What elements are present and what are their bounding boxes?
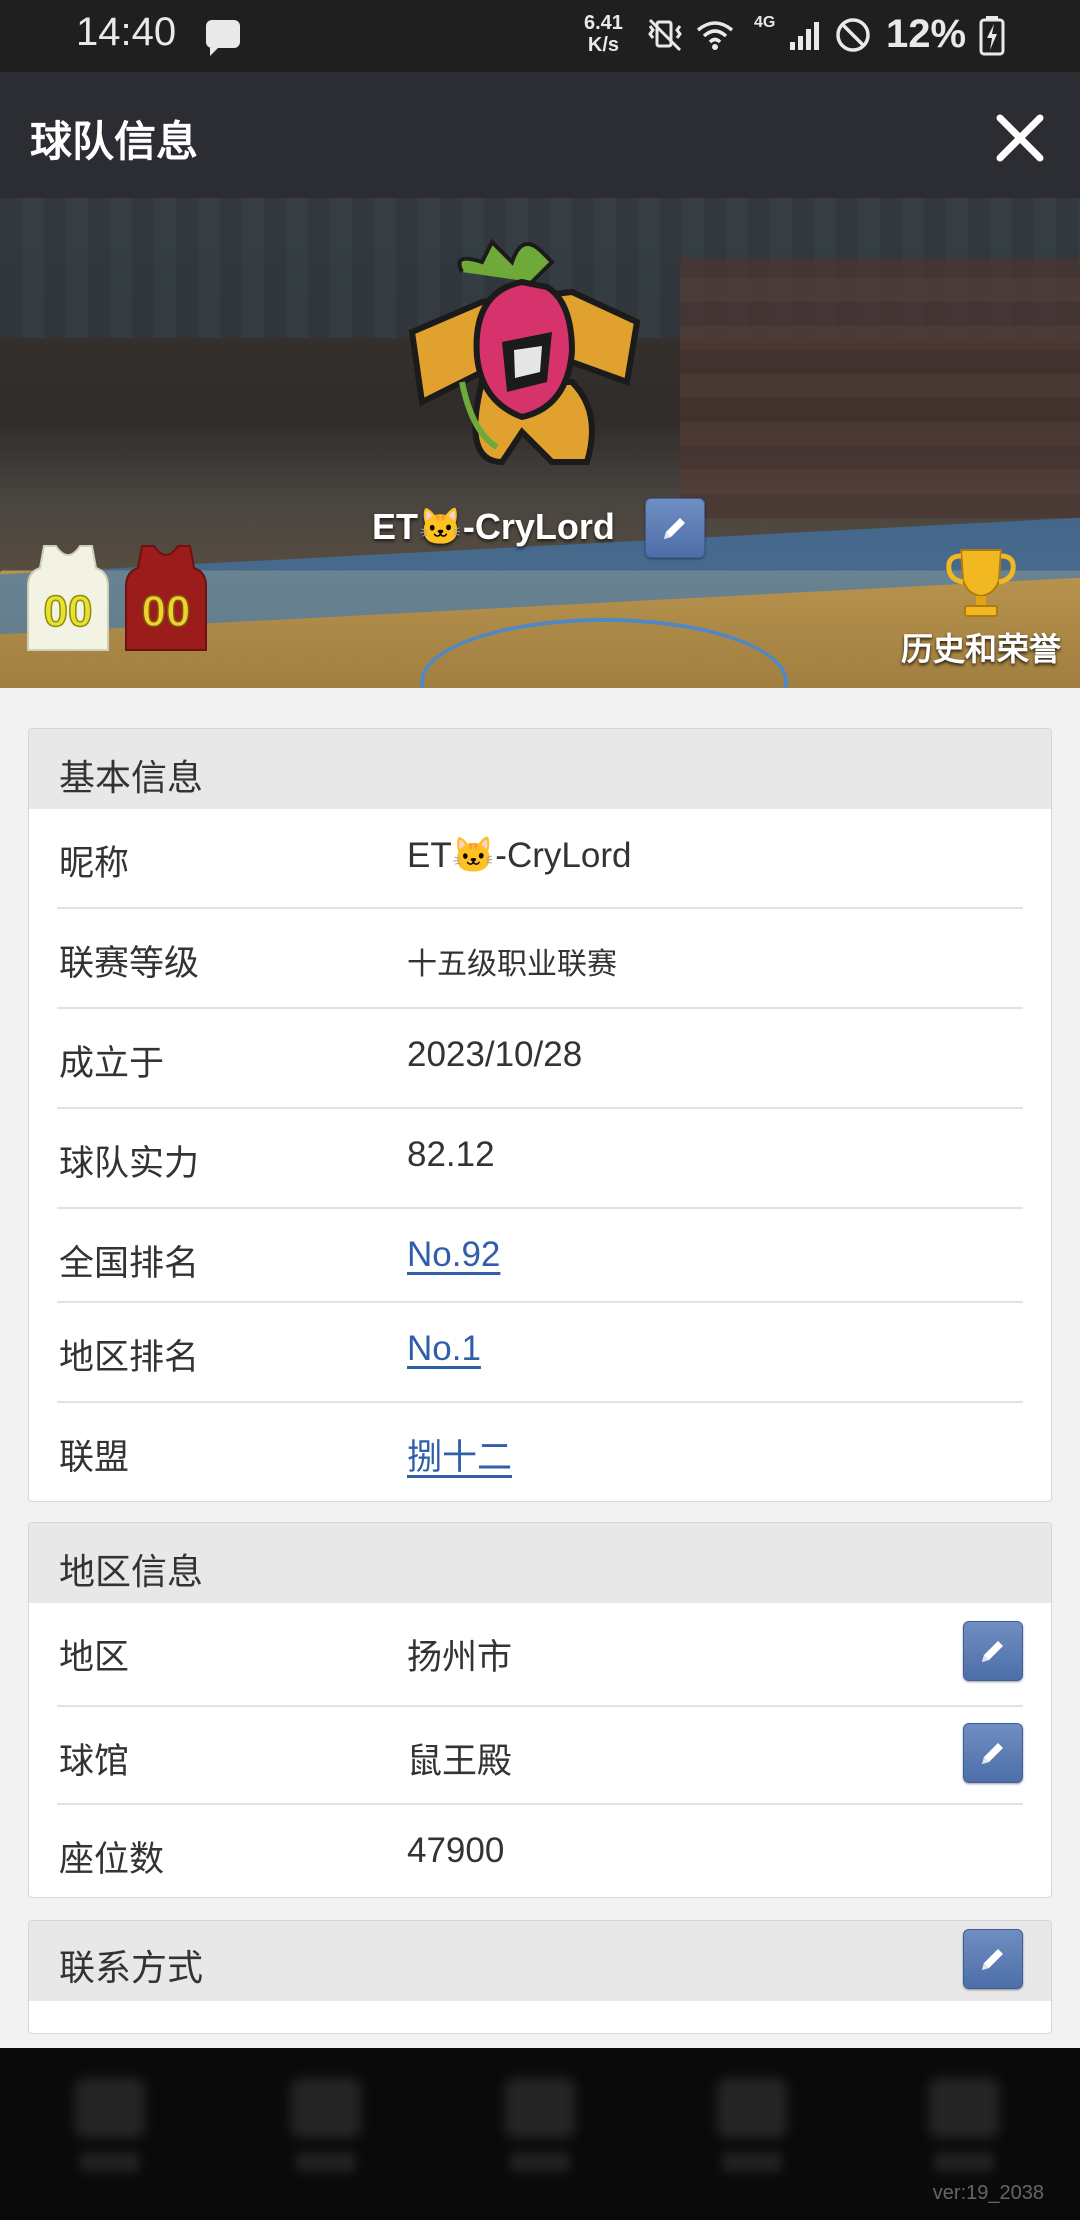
info-row-team-strength: 球队实力 82.12 — [57, 1109, 1023, 1209]
nav-item-3[interactable] — [500, 2078, 580, 2178]
row-value: 鼠王殿 — [407, 1742, 513, 1781]
nav-item-1-label — [80, 2152, 140, 2172]
battery-percent: 12% — [886, 12, 967, 56]
vibrate-mute-icon — [648, 18, 682, 52]
region-info-title: 地区信息 — [59, 1552, 204, 1593]
row-label: 地区排名 — [59, 1338, 200, 1378]
info-row-national-rank: 全国排名 No.92 — [57, 1209, 1023, 1303]
regional-rank-link[interactable]: No.1 — [407, 1329, 481, 1369]
away-jersey-number: 00 — [142, 587, 191, 636]
home-jersey-number: 00 — [44, 587, 93, 636]
pencil-icon — [664, 518, 685, 539]
network-speed: 6.41 K/s — [584, 12, 623, 56]
info-row-region: 地区 扬州市 — [57, 1603, 1023, 1707]
team-logo — [408, 238, 641, 466]
team-banner: ET🐱-CryLord 00 00 历史和荣誉 — [0, 198, 1080, 688]
close-icon[interactable] — [990, 108, 1050, 168]
row-label: 球队实力 — [59, 1144, 200, 1184]
row-value: 扬州市 — [407, 1638, 513, 1677]
row-value: 2023/10/28 — [407, 1035, 583, 1074]
net-speed-value: 6.41 — [584, 12, 623, 34]
row-value: 82.12 — [407, 1135, 495, 1174]
info-row-nickname: 昵称 ET🐱-CryLord — [57, 809, 1023, 909]
history-honors-label: 历史和荣誉 — [900, 631, 1061, 667]
basic-info-panel: 基本信息 昵称 ET🐱-CryLord 联赛等级 十五级职业联赛 成立于 202… — [28, 728, 1052, 1502]
info-row-seats: 座位数 47900 — [57, 1805, 1023, 1897]
row-label: 全国排名 — [59, 1244, 200, 1284]
pencil-icon — [982, 1743, 1003, 1764]
history-honors-button[interactable]: 历史和荣誉 — [896, 544, 1066, 667]
arena-wall — [680, 258, 1080, 518]
info-row-arena: 球馆 鼠王殿 — [57, 1707, 1023, 1805]
nav-item-2-label — [296, 2152, 356, 2172]
battery-charging-icon — [979, 16, 1005, 56]
title-bar: 球队信息 — [0, 72, 1080, 198]
row-label: 地区 — [59, 1638, 130, 1678]
contact-title: 联系方式 — [59, 1948, 204, 1989]
edit-region-button[interactable] — [963, 1621, 1023, 1681]
nav-item-5-icon — [929, 2078, 999, 2138]
row-value: ET🐱-CryLord — [407, 836, 632, 875]
row-label: 球馆 — [59, 1742, 130, 1782]
bottom-nav — [0, 2048, 1080, 2220]
row-value: 十五级职业联赛 — [407, 948, 617, 981]
row-label: 昵称 — [59, 844, 130, 884]
info-row-league-level: 联赛等级 十五级职业联赛 — [57, 909, 1023, 1009]
nav-item-4[interactable] — [712, 2078, 792, 2178]
row-label: 联赛等级 — [59, 944, 200, 984]
row-label: 联盟 — [59, 1438, 130, 1478]
trophy-icon — [946, 549, 1016, 617]
basic-info-header: 基本信息 — [29, 729, 1051, 809]
edit-team-name-button[interactable] — [645, 498, 705, 558]
pencil-icon — [982, 1949, 1003, 1970]
info-row-founded: 成立于 2023/10/28 — [57, 1009, 1023, 1109]
signal-icon — [790, 22, 819, 50]
nav-item-4-label — [722, 2152, 782, 2172]
team-name: ET🐱-CryLord — [372, 506, 615, 547]
region-info-panel: 地区信息 地区 扬州市 球馆 鼠王殿 座位数 47900 — [28, 1522, 1052, 1898]
edit-contact-button[interactable] — [963, 1929, 1023, 1989]
network-type: 4G — [754, 14, 776, 31]
alliance-link[interactable]: 捌十二 — [407, 1429, 512, 1480]
nav-item-5[interactable] — [924, 2078, 1004, 2178]
do-not-disturb-icon — [836, 18, 870, 52]
nav-item-4-icon — [717, 2078, 787, 2138]
row-label: 成立于 — [59, 1044, 165, 1084]
status-time: 14:40 — [76, 10, 177, 54]
home-jersey-icon: 00 — [27, 545, 109, 651]
region-info-header: 地区信息 — [29, 1523, 1051, 1603]
version-label: ver:19_2038 — [932, 2182, 1044, 2204]
nav-item-3-label — [510, 2152, 570, 2172]
info-row-regional-rank: 地区排名 No.1 — [57, 1303, 1023, 1403]
page-title: 球队信息 — [30, 118, 199, 165]
wifi-icon — [696, 21, 734, 50]
nav-item-2-icon — [291, 2078, 361, 2138]
contact-header: 联系方式 — [29, 1921, 1051, 2001]
away-jersey-icon: 00 — [125, 545, 207, 651]
nav-item-2[interactable] — [286, 2078, 366, 2178]
nav-item-3-icon — [505, 2078, 575, 2138]
row-value: 47900 — [407, 1831, 505, 1870]
national-rank-link[interactable]: No.92 — [407, 1235, 500, 1275]
status-bar: 14:40 6.41 K/s 4G 12% — [0, 0, 1080, 72]
edit-arena-button[interactable] — [963, 1723, 1023, 1783]
net-speed-unit: K/s — [587, 34, 620, 56]
contact-panel: 联系方式 — [28, 1920, 1052, 2034]
nav-item-1[interactable] — [70, 2078, 150, 2178]
info-row-alliance: 联盟 捌十二 — [57, 1403, 1023, 1501]
pencil-icon — [982, 1641, 1003, 1662]
row-label: 座位数 — [59, 1840, 165, 1880]
basic-info-title: 基本信息 — [59, 758, 204, 799]
message-notification-icon — [206, 20, 240, 56]
nav-item-1-icon — [75, 2078, 145, 2138]
nav-item-5-label — [934, 2152, 994, 2172]
